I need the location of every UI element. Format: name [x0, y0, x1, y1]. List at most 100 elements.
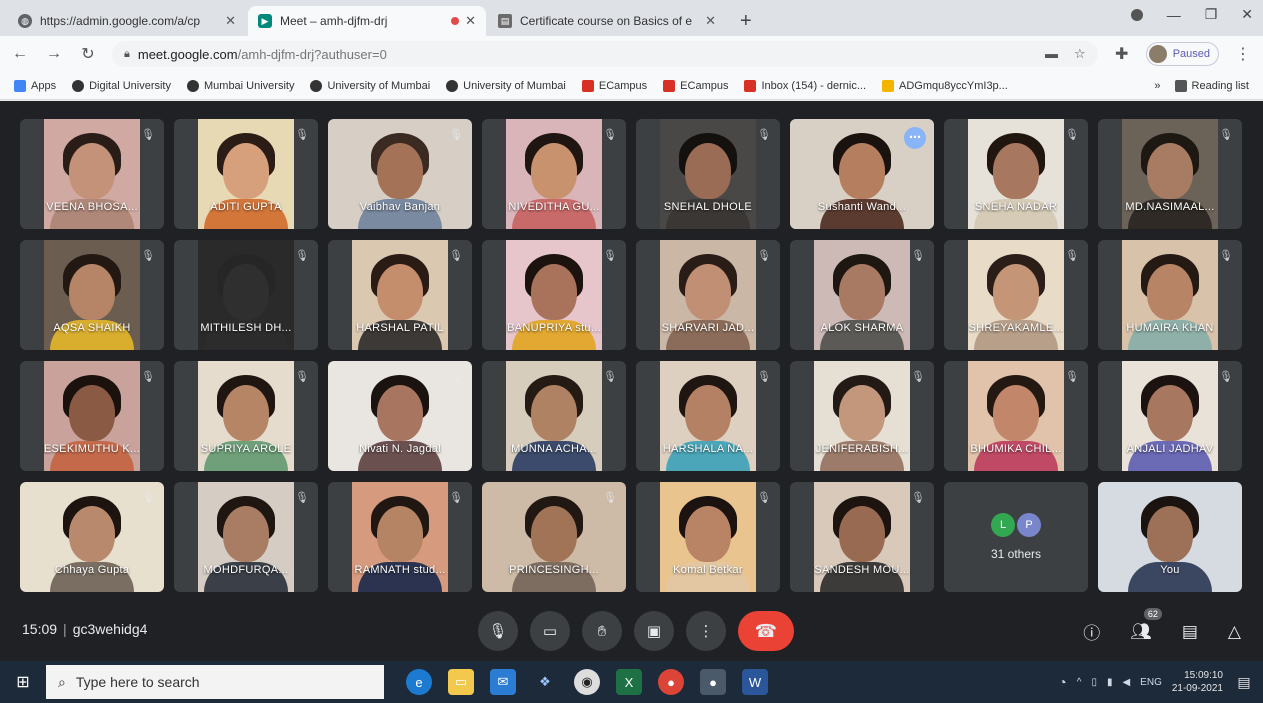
battery-icon[interactable]: ▮ — [1107, 677, 1113, 688]
mic-button[interactable]: 🎙︎ — [478, 611, 518, 651]
participant-tile[interactable]: 🎙︎ Vaibhav Banjan — [328, 119, 472, 229]
call-controls: 🎙︎ ▭ ✋︎ ▣ ⋮ ☎︎ — [478, 611, 794, 651]
taskbar-search-box[interactable]: ⌕ Type here to search — [46, 665, 384, 699]
participant-tile[interactable]: 🎙︎ ALOK SHARMA — [790, 240, 934, 350]
help-icon[interactable]: ◔ — [1058, 674, 1066, 690]
camera-permission-icon[interactable]: ▬ — [1045, 46, 1058, 62]
dropbox-icon[interactable]: ❖ — [532, 669, 558, 695]
file-explorer-icon[interactable]: ▭ — [448, 669, 474, 695]
participant-tile[interactable]: ⋯ Sushanti Wand... — [790, 119, 934, 229]
menu-icon[interactable]: ⋮ — [1233, 44, 1253, 64]
word-icon[interactable]: W — [742, 669, 768, 695]
browser-tab-admin[interactable]: ◍ https://admin.google.com/a/cp ✕ — [8, 6, 246, 36]
bookmark-item[interactable]: Mumbai University — [187, 79, 294, 92]
tray-overflow-icon[interactable]: ^ — [1077, 677, 1082, 688]
participant-tile[interactable]: 🎙︎ Chhaya Gupta — [20, 482, 164, 592]
bookmarks-overflow-button[interactable]: » — [1154, 80, 1160, 92]
profile-indicator-icon[interactable] — [1130, 8, 1143, 21]
site-icon — [310, 79, 323, 92]
leave-call-button[interactable]: ☎︎ — [738, 611, 794, 651]
minimize-icon[interactable]: — — [1167, 7, 1181, 23]
participant-tile[interactable]: 🎙︎ MOHDFURQA... — [174, 482, 318, 592]
bookmark-apps[interactable]: Apps — [14, 79, 56, 92]
participant-tile[interactable]: 🎙︎ MD.NASIMAAL... — [1098, 119, 1242, 229]
bookmark-item[interactable]: Inbox (154) - dernic... — [744, 79, 866, 92]
chat-icon[interactable]: ▤ — [1182, 622, 1198, 642]
bookmark-item[interactable]: University of Mumbai — [310, 79, 430, 92]
participant-tile[interactable]: 🎙︎ Nivati N. Jagdal — [328, 361, 472, 471]
raise-hand-button[interactable]: ✋︎ — [582, 611, 622, 651]
participant-tile[interactable]: 🎙︎ Komal Betkar — [636, 482, 780, 592]
lock-icon[interactable]: 🔒︎ — [124, 48, 130, 61]
clock-date: 21-09-2021 — [1171, 683, 1223, 694]
participant-tile[interactable]: 🎙︎ HARSHALA NA... — [636, 361, 780, 471]
participant-tile[interactable]: 🎙︎ AQSA SHAIKH — [20, 240, 164, 350]
participant-tile[interactable]: 🎙︎ ESEKIMUTHU K... — [20, 361, 164, 471]
participant-tile[interactable]: 🎙︎ SHREYAKAMLE... — [944, 240, 1088, 350]
participant-tile[interactable]: 🎙︎ SHARVARI JAD... — [636, 240, 780, 350]
reload-icon[interactable]: ↻ — [78, 44, 98, 64]
close-icon[interactable]: ✕ — [465, 13, 476, 29]
participant-tile[interactable]: 🎙︎ NIVEDITHA GU... — [482, 119, 626, 229]
present-button[interactable]: ▣ — [634, 611, 674, 651]
bookmark-item[interactable]: ECampus — [581, 79, 648, 92]
extensions-icon[interactable]: ✚ — [1112, 44, 1132, 64]
bookmark-item[interactable]: Digital University — [72, 79, 171, 92]
bookmark-label: ECampus — [598, 79, 648, 92]
forward-icon[interactable]: → — [44, 45, 64, 63]
browser-tab-certificate[interactable]: ▤ Certificate course on Basics of e ✕ — [488, 6, 726, 36]
participant-tile[interactable]: 🎙︎ MUNNA ACHA... — [482, 361, 626, 471]
more-options-icon[interactable]: ⋯ — [904, 127, 926, 149]
edge-icon[interactable]: e — [406, 669, 432, 695]
close-window-icon[interactable]: ✕ — [1241, 6, 1253, 23]
reading-list-button[interactable]: Reading list — [1174, 79, 1249, 92]
bookmark-item[interactable]: ECampus — [663, 79, 728, 92]
close-icon[interactable]: ✕ — [225, 13, 236, 29]
participant-tile[interactable]: 🎙︎ SNEHA NADAR — [944, 119, 1088, 229]
address-bar[interactable]: 🔒︎ meet.google.com/amh-djfm-drj?authuser… — [112, 41, 1098, 67]
participant-tile[interactable]: 🎙︎ VEENA BHOSA... — [20, 119, 164, 229]
bookmark-item[interactable]: University of Mumbai — [446, 79, 566, 92]
participant-tile[interactable]: 🎙︎ SNEHAL DHOLE — [636, 119, 780, 229]
obs-icon[interactable]: ◉ — [574, 669, 600, 695]
language-indicator[interactable]: ENG — [1140, 677, 1162, 688]
mail-icon[interactable]: ✉ — [490, 669, 516, 695]
activities-icon[interactable]: △ — [1228, 622, 1241, 642]
participant-tile[interactable]: 🎙︎ RAMNATH stud... — [328, 482, 472, 592]
participant-tile[interactable]: 🎙︎ HUMAIRA KHAN — [1098, 240, 1242, 350]
participant-tile[interactable]: 🎙︎ JENIFERABISH... — [790, 361, 934, 471]
participant-tile[interactable]: 🎙︎ ADITI GUPTA — [174, 119, 318, 229]
excel-icon[interactable]: X — [616, 669, 642, 695]
self-view-tile[interactable]: You — [1098, 482, 1242, 592]
profile-button[interactable]: Paused — [1145, 42, 1219, 66]
participant-tile[interactable]: 🎙︎ SUPRIYA AROLE — [174, 361, 318, 471]
people-button[interactable]: 👥︎ 62 — [1130, 607, 1162, 642]
participant-tile[interactable]: 🎙︎ SANDESH MOU... — [790, 482, 934, 592]
browser-tab-meet[interactable]: ▶ Meet – amh-djfm-drj ✕ — [248, 6, 486, 36]
participant-tile[interactable]: 🎙︎ BANUPRIYA stu... — [482, 240, 626, 350]
bookmark-item[interactable]: ADGmqu8yccYmI3p... — [882, 79, 1008, 92]
participant-tile[interactable]: 🎙︎ MITHILESH DH... — [174, 240, 318, 350]
others-tile[interactable]: L P 31 others — [944, 482, 1088, 592]
network-icon[interactable]: ▯ — [1091, 677, 1097, 688]
close-icon[interactable]: ✕ — [705, 13, 716, 29]
volume-icon[interactable]: ◀ — [1122, 677, 1130, 688]
participant-tile[interactable]: 🎙︎ ANJALI JADHAV — [1098, 361, 1242, 471]
camera-button[interactable]: ▭ — [530, 611, 570, 651]
chrome-icon[interactable]: ● — [658, 669, 684, 695]
participant-tile[interactable]: 🎙︎ HARSHAL PATIL — [328, 240, 472, 350]
notifications-icon[interactable]: ▤ — [1233, 671, 1255, 693]
more-options-button[interactable]: ⋮ — [686, 611, 726, 651]
participant-tile[interactable]: 🎙︎ BHUMIKA CHIL... — [944, 361, 1088, 471]
windows-start-icon[interactable]: ⊞ — [0, 661, 46, 703]
avatar: P — [1017, 513, 1041, 537]
meeting-details-icon[interactable]: ⓘ — [1083, 619, 1100, 644]
windows-taskbar: ⊞ ⌕ Type here to search e ▭ ✉ ❖ ◉ X ● ● … — [0, 661, 1263, 703]
bookmark-star-icon[interactable]: ☆ — [1074, 46, 1086, 62]
maximize-icon[interactable]: ❐ — [1205, 6, 1218, 23]
new-tab-button[interactable]: + — [728, 6, 764, 36]
chrome-active-icon[interactable]: ● — [700, 669, 726, 695]
participant-tile[interactable]: 🎙︎ PRINCESINGH... — [482, 482, 626, 592]
back-icon[interactable]: ← — [10, 45, 30, 63]
taskbar-clock[interactable]: 15:09:10 21-09-2021 — [1172, 669, 1223, 695]
